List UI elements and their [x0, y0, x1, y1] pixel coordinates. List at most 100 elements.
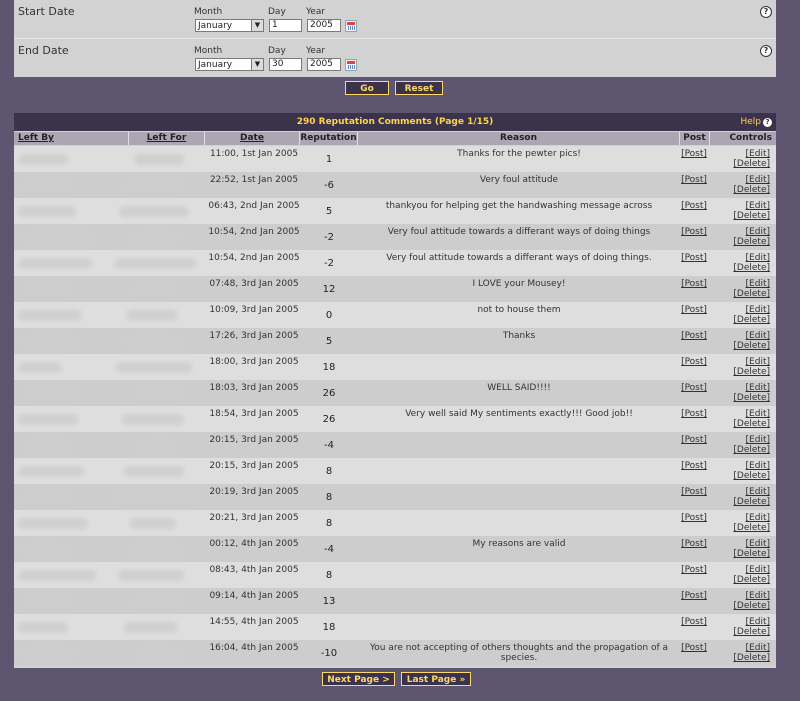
edit-link[interactable]: [Edit]: [730, 591, 770, 601]
go-button[interactable]: Go: [345, 81, 389, 95]
column-date[interactable]: Date: [205, 132, 300, 145]
delete-link[interactable]: [Delete]: [730, 471, 770, 481]
edit-link[interactable]: [Edit]: [730, 175, 770, 185]
next-page-button[interactable]: Next Page >: [322, 672, 395, 686]
help-link[interactable]: Help?: [740, 113, 772, 131]
left-for-user-link[interactable]: [124, 622, 178, 633]
left-for-user-link[interactable]: [130, 232, 180, 243]
delete-link[interactable]: [Delete]: [730, 549, 770, 559]
delete-link[interactable]: [Delete]: [730, 497, 770, 507]
left-for-user-link[interactable]: [134, 154, 184, 165]
left-for-user-link[interactable]: [130, 518, 176, 529]
delete-link[interactable]: [Delete]: [730, 627, 770, 637]
edit-link[interactable]: [Edit]: [730, 279, 770, 289]
post-link[interactable]: [Post]: [680, 643, 708, 669]
edit-link[interactable]: [Edit]: [730, 331, 770, 341]
reset-button[interactable]: Reset: [395, 81, 443, 95]
left-by-user-link[interactable]: [18, 518, 88, 529]
left-for-user-link[interactable]: [126, 310, 178, 321]
help-icon[interactable]: ?: [760, 6, 772, 18]
delete-link[interactable]: [Delete]: [730, 211, 770, 221]
delete-link[interactable]: [Delete]: [730, 367, 770, 377]
edit-link[interactable]: [Edit]: [730, 253, 770, 263]
edit-link[interactable]: [Edit]: [730, 409, 770, 419]
edit-link[interactable]: [Edit]: [730, 487, 770, 497]
calendar-icon[interactable]: [345, 59, 357, 71]
left-by-user-link[interactable]: [20, 648, 76, 659]
column-left-by[interactable]: Left By: [14, 132, 129, 145]
left-for-user-link[interactable]: [114, 258, 196, 269]
delete-link[interactable]: [Delete]: [730, 523, 770, 533]
left-by-user-link[interactable]: [20, 232, 98, 243]
left-by-user-link[interactable]: [18, 622, 68, 633]
start-day-input[interactable]: 1: [269, 19, 302, 32]
delete-link[interactable]: [Delete]: [730, 575, 770, 585]
left-by-user-link[interactable]: [22, 440, 72, 451]
column-left-for[interactable]: Left For: [129, 132, 205, 145]
edit-link[interactable]: [Edit]: [730, 435, 770, 445]
end-day-input[interactable]: 30: [269, 58, 302, 71]
left-for-user-link[interactable]: [124, 180, 180, 191]
left-for-user-link[interactable]: [124, 336, 182, 347]
left-by-user-link[interactable]: [20, 492, 74, 503]
left-for-user-link[interactable]: [138, 440, 178, 451]
delete-link[interactable]: [Delete]: [730, 289, 770, 299]
edit-link[interactable]: [Edit]: [730, 357, 770, 367]
edit-link[interactable]: [Edit]: [730, 305, 770, 315]
edit-link[interactable]: [Edit]: [730, 227, 770, 237]
left-by-user-link[interactable]: [22, 596, 74, 607]
left-by-user-link[interactable]: [18, 570, 96, 581]
end-month-select[interactable]: January ▼: [195, 58, 264, 71]
delete-link[interactable]: [Delete]: [730, 341, 770, 351]
delete-link[interactable]: [Delete]: [730, 601, 770, 611]
chevron-down-icon[interactable]: ▼: [251, 20, 263, 31]
left-by-user-link[interactable]: [18, 258, 92, 269]
delete-link[interactable]: [Delete]: [730, 419, 770, 429]
left-for-user-link[interactable]: [119, 206, 189, 217]
last-page-button[interactable]: Last Page »: [401, 672, 471, 686]
edit-link[interactable]: [Edit]: [730, 539, 770, 549]
end-year-input[interactable]: 2005: [307, 58, 341, 71]
delete-link[interactable]: [Delete]: [730, 263, 770, 273]
delete-link[interactable]: [Delete]: [730, 653, 770, 663]
edit-link[interactable]: [Edit]: [730, 383, 770, 393]
left-by-user-link[interactable]: [18, 466, 84, 477]
start-month-select[interactable]: January ▼: [195, 19, 264, 32]
left-by-user-link[interactable]: [18, 362, 62, 373]
left-by-user-link[interactable]: [18, 414, 78, 425]
left-by-user-link[interactable]: [20, 180, 74, 191]
edit-link[interactable]: [Edit]: [730, 149, 770, 159]
left-by-user-link[interactable]: [18, 154, 68, 165]
delete-link[interactable]: [Delete]: [730, 159, 770, 169]
left-for-user-link[interactable]: [122, 414, 184, 425]
chevron-down-icon[interactable]: ▼: [251, 59, 263, 70]
left-by-user-link[interactable]: [20, 336, 80, 347]
edit-link[interactable]: [Edit]: [730, 201, 770, 211]
left-by-user-link[interactable]: [18, 310, 82, 321]
edit-link[interactable]: [Edit]: [730, 513, 770, 523]
delete-link[interactable]: [Delete]: [730, 185, 770, 195]
left-by-user-link[interactable]: [24, 388, 76, 399]
delete-link[interactable]: [Delete]: [730, 237, 770, 247]
edit-link[interactable]: [Edit]: [730, 643, 770, 653]
left-by-user-link[interactable]: [18, 206, 76, 217]
left-by-user-link[interactable]: [22, 284, 72, 295]
left-for-user-link[interactable]: [132, 596, 182, 607]
delete-link[interactable]: [Delete]: [730, 393, 770, 403]
start-year-input[interactable]: 2005: [307, 19, 341, 32]
left-by-user-link[interactable]: [20, 544, 70, 555]
left-for-user-link[interactable]: [134, 648, 182, 659]
calendar-icon[interactable]: [345, 20, 357, 32]
left-for-user-link[interactable]: [124, 466, 184, 477]
left-for-user-link[interactable]: [118, 570, 184, 581]
left-for-user-link[interactable]: [114, 492, 198, 503]
edit-link[interactable]: [Edit]: [730, 565, 770, 575]
delete-link[interactable]: [Delete]: [730, 315, 770, 325]
edit-link[interactable]: [Edit]: [730, 461, 770, 471]
delete-link[interactable]: [Delete]: [730, 445, 770, 455]
left-for-user-link[interactable]: [132, 284, 176, 295]
left-for-user-link[interactable]: [126, 544, 184, 555]
left-for-user-link[interactable]: [134, 388, 184, 399]
edit-link[interactable]: [Edit]: [730, 617, 770, 627]
left-for-user-link[interactable]: [116, 362, 192, 373]
